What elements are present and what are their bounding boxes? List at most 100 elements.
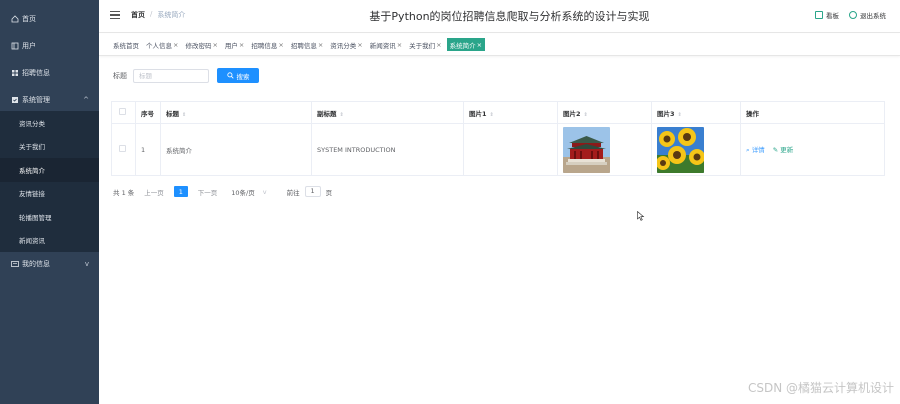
select-all-checkbox[interactable] bbox=[119, 108, 126, 115]
table-header-row: 序号 标题 ⇕ 副标题 ⇕ 图片1 ⇕ 图片2 ⇕ 图片3 ⇕ 操作 bbox=[111, 101, 885, 124]
chevron-down-icon: v bbox=[84, 259, 89, 268]
tag-item[interactable]: 个人信息 × bbox=[144, 38, 180, 51]
tag-item-active[interactable]: 系统简介 × bbox=[446, 38, 486, 51]
dashboard-button[interactable]: 看板 bbox=[815, 10, 839, 20]
cell-title: 系统简介 bbox=[160, 123, 312, 176]
sort-icon[interactable]: ⇕ bbox=[182, 112, 186, 118]
update-button[interactable]: ✎ 更新 bbox=[773, 144, 794, 155]
tag-item[interactable]: 招聘信息 × bbox=[249, 38, 285, 51]
col-label: 操作 bbox=[746, 109, 759, 118]
tag-label: 修改密码 bbox=[185, 41, 212, 50]
title-search-input[interactable] bbox=[133, 68, 209, 83]
search-button-label: 搜索 bbox=[236, 72, 250, 81]
sidebar-sub-item-news-category[interactable]: 资讯分类 bbox=[0, 111, 99, 135]
page-size-select[interactable]: 10条/页 v bbox=[231, 187, 266, 197]
search-bar: 标题 搜索 bbox=[113, 68, 259, 83]
search-button[interactable]: 搜索 bbox=[217, 68, 259, 83]
col-label: 图片1 bbox=[469, 109, 487, 118]
close-icon[interactable]: × bbox=[239, 41, 244, 49]
close-icon[interactable]: × bbox=[212, 41, 217, 49]
cell-actions: ⌕ 详情 ✎ 更新 bbox=[740, 123, 885, 176]
prev-page-button[interactable]: 上一页 bbox=[144, 187, 164, 197]
col-index: 序号 bbox=[135, 101, 161, 124]
sidebar-sub-item-news[interactable]: 新闻资讯 bbox=[0, 229, 99, 253]
sidebar-item-label: 我的信息 bbox=[22, 259, 50, 268]
close-icon[interactable]: × bbox=[436, 41, 441, 49]
tag-item[interactable]: 系统首页 bbox=[111, 38, 141, 51]
tag-item[interactable]: 关于我们 × bbox=[407, 38, 443, 51]
page-number-current[interactable]: 1 bbox=[173, 186, 188, 197]
sidebar-item-home[interactable]: 首页 bbox=[0, 7, 99, 30]
watermark: CSDN @橘猫云计算机设计 bbox=[747, 381, 894, 395]
cell-pic3 bbox=[651, 123, 741, 176]
sidebar-sub-item-system-intro[interactable]: 系统简介 bbox=[0, 158, 99, 182]
tag-label: 个人信息 bbox=[146, 41, 172, 50]
system-submenu: 资讯分类 关于我们 系统简介 友情链接 轮播图管理 新闻资讯 bbox=[0, 111, 99, 252]
search-icon: ⌕ bbox=[746, 146, 750, 154]
col-actions: 操作 bbox=[740, 101, 885, 124]
tag-label: 系统首页 bbox=[113, 41, 139, 50]
user-icon bbox=[11, 42, 19, 50]
next-page-button[interactable]: 下一页 bbox=[198, 187, 218, 197]
sort-icon[interactable]: ⇕ bbox=[678, 112, 682, 118]
sidebar-item-recruitment[interactable]: 招聘信息 bbox=[0, 61, 99, 84]
sidebar-sub-item-carousel[interactable]: 轮播图管理 bbox=[0, 205, 99, 229]
cell-pic2 bbox=[557, 123, 652, 176]
sidebar-item-user[interactable]: 用户 bbox=[0, 34, 99, 57]
cell-subtitle: SYSTEM INTRODUCTION bbox=[311, 123, 464, 176]
tag-label: 招聘信息 bbox=[290, 41, 317, 50]
col-pic1[interactable]: 图片1 ⇕ bbox=[463, 101, 558, 124]
logout-label: 退出系统 bbox=[860, 12, 886, 20]
settings-box-icon bbox=[11, 96, 19, 104]
goto-page-input[interactable]: 1 bbox=[304, 186, 321, 197]
col-label: 标题 bbox=[166, 109, 179, 118]
tag-item[interactable]: 招聘信息 × bbox=[289, 38, 325, 51]
sunflower-image[interactable] bbox=[657, 126, 704, 173]
row-checkbox[interactable] bbox=[119, 145, 126, 152]
logout-button[interactable]: 退出系统 bbox=[849, 10, 886, 20]
detail-button[interactable]: ⌕ 详情 bbox=[746, 144, 765, 155]
row-select-cell bbox=[111, 123, 136, 176]
col-pic2[interactable]: 图片2 ⇕ bbox=[557, 101, 652, 124]
close-icon[interactable]: × bbox=[173, 41, 178, 49]
cell-index: 1 bbox=[135, 123, 161, 176]
close-icon[interactable]: × bbox=[477, 41, 482, 49]
palace-image[interactable] bbox=[563, 126, 610, 173]
close-icon[interactable]: × bbox=[278, 41, 283, 49]
tag-item[interactable]: 修改密码 × bbox=[183, 38, 219, 51]
sidebar: 首页 用户 招聘信息 系统管理 ^ 资讯分类 关于我们 系统简介 友情链接 轮播… bbox=[0, 0, 99, 404]
sort-icon[interactable]: ⇕ bbox=[340, 112, 344, 118]
tag-item[interactable]: 资讯分类 × bbox=[328, 38, 364, 51]
dashboard-label: 看板 bbox=[826, 12, 839, 20]
table-row: 1 系统简介 SYSTEM INTRODUCTION ⌕ 详情 ✎ 更新 bbox=[111, 123, 885, 176]
col-title[interactable]: 标题 ⇕ bbox=[160, 101, 312, 124]
tag-item[interactable]: 用户 × bbox=[223, 38, 246, 51]
sidebar-item-system[interactable]: 系统管理 ^ bbox=[0, 88, 99, 111]
col-subtitle[interactable]: 副标题 ⇕ bbox=[311, 101, 464, 124]
col-label: 序号 bbox=[141, 109, 154, 118]
id-card-icon bbox=[11, 260, 19, 268]
close-icon[interactable]: × bbox=[357, 41, 362, 49]
sidebar-item-my-info[interactable]: 我的信息 v bbox=[0, 252, 99, 275]
sort-icon[interactable]: ⇕ bbox=[490, 112, 494, 118]
tag-item[interactable]: 新闻资讯 × bbox=[368, 38, 404, 51]
close-icon[interactable]: × bbox=[318, 41, 323, 49]
pager-total: 共 1 条 bbox=[113, 188, 135, 197]
col-pic3[interactable]: 图片3 ⇕ bbox=[651, 101, 741, 124]
select-all-cell bbox=[111, 101, 136, 124]
header-actions: 看板 退出系统 bbox=[815, 10, 886, 20]
close-icon[interactable]: × bbox=[397, 41, 402, 49]
tag-label: 关于我们 bbox=[409, 41, 436, 50]
sub-item-label: 友情链接 bbox=[19, 190, 45, 199]
page-goto: 前往 1 页 bbox=[287, 186, 332, 197]
tag-label: 系统简介 bbox=[449, 41, 476, 50]
col-label: 图片2 bbox=[563, 109, 581, 118]
power-icon bbox=[849, 11, 857, 19]
sidebar-sub-item-friend-links[interactable]: 友情链接 bbox=[0, 182, 99, 206]
detail-label: 详情 bbox=[751, 146, 765, 154]
sidebar-sub-item-about-us[interactable]: 关于我们 bbox=[0, 135, 99, 159]
tag-label: 招聘信息 bbox=[251, 41, 278, 50]
page-size-label: 10条/页 bbox=[231, 188, 255, 197]
sort-icon[interactable]: ⇕ bbox=[584, 112, 588, 118]
search-label: 标题 bbox=[113, 71, 127, 80]
